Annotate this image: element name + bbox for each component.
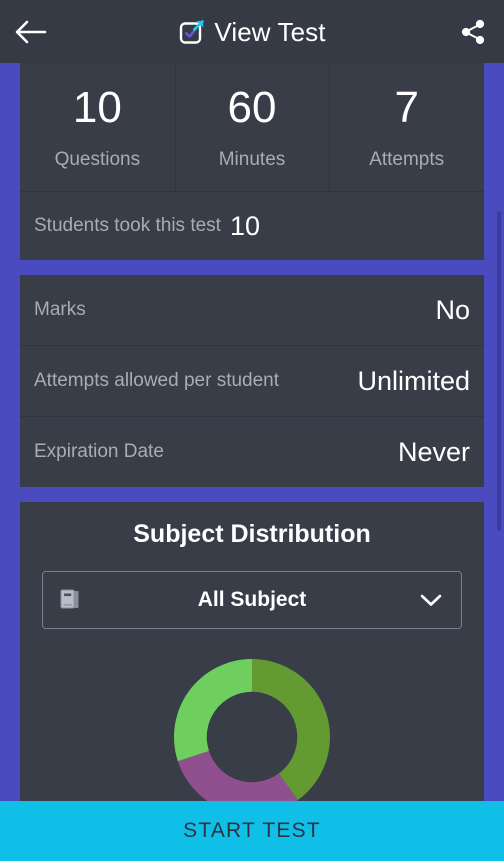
stat-attempts-value: 7 <box>394 82 419 132</box>
info-row-attempts-allowed: Attempts allowed per student Unlimited <box>20 345 484 416</box>
donut-segment <box>252 659 330 801</box>
info-label-attempts-allowed: Attempts allowed per student <box>34 370 280 391</box>
students-took-row: Students took this test 10 <box>20 191 484 260</box>
scroll-content[interactable]: 10 Questions 60 Minutes 7 Attempts Stude… <box>0 63 504 801</box>
students-took-label: Students took this test <box>34 215 221 236</box>
back-button[interactable] <box>0 0 62 63</box>
page-title: View Test <box>214 16 326 47</box>
info-row-marks: Marks No <box>20 275 484 345</box>
app-screen: View Test 10 Questions 60 Minutes 7 Atte… <box>0 0 504 861</box>
app-bar-title-group: View Test <box>62 18 442 46</box>
test-stats-card: 10 Questions 60 Minutes 7 Attempts Stude… <box>20 63 484 260</box>
stats-row: 10 Questions 60 Minutes 7 Attempts <box>20 63 484 191</box>
info-row-expiration-date: Expiration Date Never <box>20 416 484 487</box>
share-button[interactable] <box>442 0 504 63</box>
info-label-marks: Marks <box>34 299 86 320</box>
arrow-left-icon <box>15 20 47 43</box>
subject-select-value: All Subject <box>197 588 307 611</box>
subject-distribution-chart <box>20 647 484 801</box>
scrollbar-thumb[interactable] <box>497 211 501 531</box>
subject-distribution-card: Subject Distribution All Subject <box>20 502 484 801</box>
subject-select[interactable]: All Subject <box>42 571 462 629</box>
info-value-expiration-date: Never <box>397 436 470 467</box>
donut-segment <box>174 659 252 762</box>
info-label-expiration-date: Expiration Date <box>34 441 164 462</box>
stat-questions-value: 10 <box>72 82 122 132</box>
donut-chart-svg <box>174 659 330 801</box>
start-test-label: START TEST <box>183 819 321 842</box>
checkbox-external-link-icon <box>180 19 205 44</box>
stat-minutes-value: 60 <box>227 82 277 132</box>
info-value-marks: No <box>435 294 470 325</box>
donut-segment <box>177 750 298 801</box>
stat-minutes-label: Minutes <box>218 148 286 170</box>
book-icon <box>59 588 81 612</box>
test-info-card: Marks No Attempts allowed per student Un… <box>20 275 484 487</box>
info-value-attempts-allowed: Unlimited <box>357 365 470 396</box>
students-took-value: 10 <box>229 210 260 241</box>
subject-distribution-title: Subject Distribution <box>133 520 371 548</box>
stat-attempts: 7 Attempts <box>329 63 484 191</box>
stat-questions-label: Questions <box>54 148 141 170</box>
app-bar: View Test <box>0 0 504 63</box>
stat-questions: 10 Questions <box>20 63 175 191</box>
chevron-down-icon <box>419 592 443 608</box>
start-test-button[interactable]: START TEST <box>0 801 504 861</box>
stat-attempts-label: Attempts <box>369 148 445 170</box>
stat-minutes: 60 Minutes <box>174 63 330 191</box>
share-icon <box>461 19 485 44</box>
